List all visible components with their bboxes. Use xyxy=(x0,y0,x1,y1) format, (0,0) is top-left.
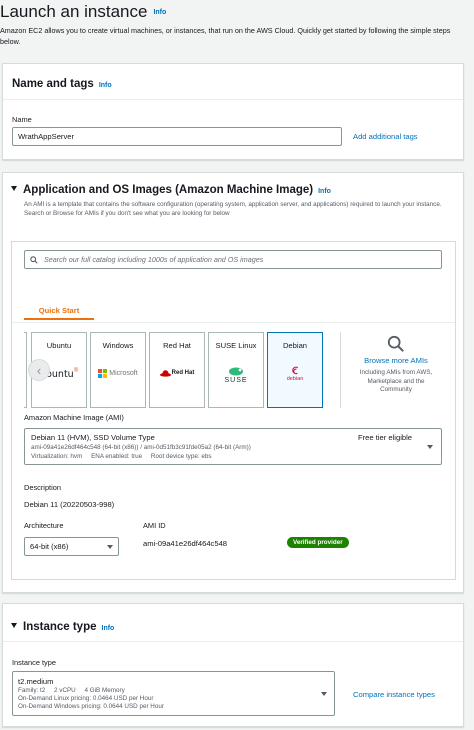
search-icon xyxy=(30,255,38,264)
name-tags-title: Name and tags Info xyxy=(12,78,112,90)
name-tags-info-link[interactable]: Info xyxy=(99,82,112,89)
tab-divider xyxy=(12,322,455,323)
ami-selected-name: Debian 11 (HVM), SSD Volume Type xyxy=(31,433,155,442)
page-title: Launch an instance Info xyxy=(0,2,166,22)
tab-quick-start[interactable]: Quick Start xyxy=(24,294,94,320)
name-field-label: Name xyxy=(12,115,32,124)
ami-id-label: AMI ID xyxy=(143,521,166,530)
free-tier-label: Free tier eligible xyxy=(358,433,413,442)
ami-select-label: Amazon Machine Image (AMI) xyxy=(24,413,124,422)
ami-card: Application and OS Images (Amazon Machin… xyxy=(2,172,464,593)
ami-select[interactable]: Debian 11 (HVM), SSD Volume Type Free ti… xyxy=(24,428,442,465)
ami-search-placeholder: Search our full catalog including 1000s … xyxy=(44,255,264,264)
suse-logo-icon: SUSE xyxy=(209,366,263,384)
verified-provider-badge: Verified provider xyxy=(287,537,349,548)
chevron-left-icon: ‹ xyxy=(36,362,42,378)
ami-description: An AMI is a template that contains the s… xyxy=(24,201,442,217)
tab-quick-start-label: Quick Start xyxy=(38,306,80,315)
instance-type-info-link[interactable]: Info xyxy=(102,625,115,632)
browse-more-amis[interactable]: Browse more AMIs Including AMIs from AWS… xyxy=(348,335,444,395)
ami-tile-suse[interactable]: SUSE Linux SUSE xyxy=(208,332,264,408)
instance-type-label: Instance type xyxy=(12,658,56,667)
architecture-select[interactable]: 64-bit (x86) xyxy=(24,537,119,556)
ami-id-value: ami-09a41e26df464c548 xyxy=(143,539,228,548)
page-title-text: Launch an instance xyxy=(0,2,148,21)
ami-tile-name: Windows xyxy=(102,341,134,350)
scroll-left-button[interactable]: ‹ xyxy=(28,359,50,381)
tile-partial-left xyxy=(24,332,27,408)
ami-tile-name: Ubuntu xyxy=(46,341,72,350)
search-icon xyxy=(348,335,444,353)
compare-instance-types-link[interactable]: Compare instance types xyxy=(353,690,435,699)
browse-more-amis-link[interactable]: Browse more AMIs xyxy=(348,356,444,365)
ami-tile-name: SUSE Linux xyxy=(215,341,257,350)
page-description: Amazon EC2 allows you to create virtual … xyxy=(0,26,451,46)
instance-type-title: Instance type Info xyxy=(11,621,114,633)
windows-pricing-line: On-Demand Windows pricing: 0.0644 USD pe… xyxy=(18,703,164,710)
tiles-divider xyxy=(340,332,341,408)
ami-inner-container: Search our full catalog including 1000s … xyxy=(11,241,456,580)
debian-logo-icon: debian xyxy=(268,365,322,382)
microsoft-logo-icon: Microsoft xyxy=(91,369,145,378)
architecture-label: Architecture xyxy=(24,521,64,530)
ami-tile-name: Debian xyxy=(282,341,308,350)
ami-ids-line: ami-09a41e26df464c548 (64-bit (x86)) / a… xyxy=(31,444,251,451)
name-input[interactable]: WrathAppServer xyxy=(12,127,342,146)
instance-type-header[interactable]: Instance type Info xyxy=(3,604,463,642)
ami-tile-redhat[interactable]: Red Hat Red Hat xyxy=(149,332,205,408)
ami-tile-name: Red Hat xyxy=(163,341,191,350)
instance-type-card: Instance type Info Instance type t2.mediu… xyxy=(2,603,464,727)
chevron-down-icon xyxy=(107,544,113,549)
ami-tile-windows[interactable]: Windows Microsoft xyxy=(90,332,146,408)
page-info-link[interactable]: Info xyxy=(153,9,166,16)
collapse-caret-icon[interactable] xyxy=(11,623,17,629)
ami-virt-line: Virtualization: hvm ENA enabled: true Ro… xyxy=(31,453,212,460)
architecture-value: 64-bit (x86) xyxy=(30,542,69,551)
redhat-logo-icon: Red Hat xyxy=(150,369,204,377)
collapse-caret-icon[interactable] xyxy=(11,186,17,192)
name-tags-header: Name and tags Info xyxy=(3,64,463,100)
chevron-down-icon xyxy=(321,692,327,696)
ami-info-link[interactable]: Info xyxy=(318,188,331,195)
description-value: Debian 11 (20220503-998) xyxy=(24,500,115,509)
ami-search-input[interactable]: Search our full catalog including 1000s … xyxy=(24,250,442,269)
description-label: Description xyxy=(24,483,61,492)
instance-type-select[interactable]: t2.medium Family: t2 2 vCPU 4 GiB Memory… xyxy=(12,671,335,716)
chevron-down-icon xyxy=(427,445,433,449)
browse-more-description: Including AMIs from AWS, Marketplace and… xyxy=(359,369,433,393)
instance-type-value: t2.medium xyxy=(18,677,54,686)
ami-tile-debian[interactable]: Debian debian xyxy=(267,332,323,408)
name-tags-card: Name and tags Info Name WrathAppServer Ad… xyxy=(2,63,464,160)
add-additional-tags-link[interactable]: Add additional tags xyxy=(353,132,418,141)
ami-section-title[interactable]: Application and OS Images (Amazon Machin… xyxy=(11,184,331,196)
